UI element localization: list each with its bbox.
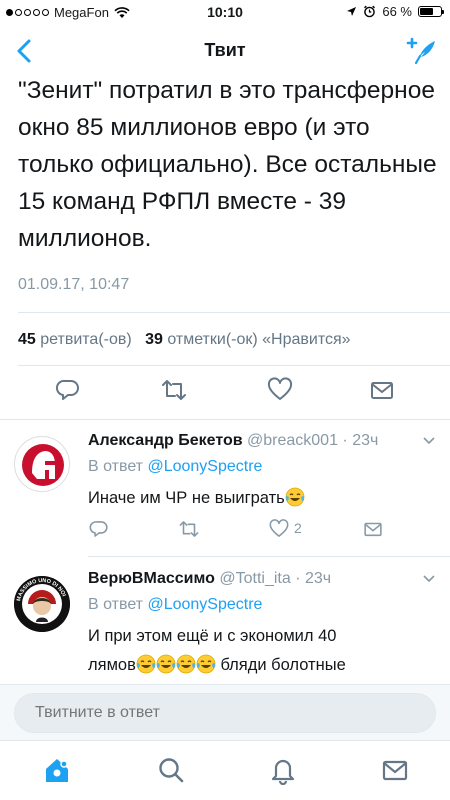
tears-of-joy-emoji-icon [285,487,305,507]
author-name[interactable]: ВерюВМассимо [88,570,215,587]
heart-icon [267,377,293,400]
tab-home[interactable] [42,755,72,785]
retweets-stat[interactable]: 45 ретвита(-ов) [18,331,132,348]
battery-icon [418,6,444,17]
tweet-timestamp: 01.09.17, 10:47 [18,276,130,293]
divider [0,419,450,420]
in-reply-to: В ответ @LoonySpectre [88,596,262,614]
compose-feather-icon [406,37,435,65]
reply-body: Иначе им ЧР не выиграть [88,489,285,507]
envelope-icon [382,760,408,781]
emoji-group [136,654,216,674]
heart-icon [269,519,289,537]
in-reply-to: В ответ @LoonySpectre [88,458,262,476]
svg-text:MASSIMO UNO DI NOI: MASSIMO UNO DI NOI [16,578,67,602]
reply-time: 23ч [304,570,332,587]
mention-link[interactable]: @LoonySpectre [147,596,262,613]
compose-tweet-button[interactable] [406,34,438,66]
reply-icon [89,521,108,537]
tweet-stats: 45 ретвита(-ов) 39 отметки(-ок) «Нравитс… [18,331,351,349]
bell-icon [271,759,295,786]
reply-like-count: 2 [294,520,302,536]
nav-bar: Твит [0,24,450,76]
in-reply-prefix: В ответ [88,596,144,613]
reply-composer [0,684,450,740]
tab-messages[interactable] [380,755,410,785]
author-name[interactable]: Александр Бекетов [88,432,243,449]
search-icon [159,758,184,783]
avatar-ring-text: MASSIMO UNO DI NOI [16,578,67,602]
author-handle: @breack001 [247,432,338,449]
likes-stat[interactable]: 39 отметки(-ок) «Нравится» [145,331,350,348]
envelope-icon [371,382,393,399]
like-button[interactable] [268,518,290,540]
avatar[interactable] [14,436,70,492]
tears-of-joy-emoji-icon [176,654,196,674]
divider [18,365,450,366]
in-reply-prefix: В ответ [88,458,144,475]
tweet-actions [0,376,450,416]
like-button[interactable] [266,376,294,404]
chevron-down-icon[interactable] [422,436,436,446]
reply-icon [55,379,79,400]
page-title: Твит [204,40,246,60]
retweet-count: 45 [18,331,36,348]
tears-of-joy-emoji-icon [136,654,156,674]
reply-body-line2a: лямов [88,656,136,674]
chevron-down-icon[interactable] [422,574,436,584]
retweet-icon [162,380,186,400]
like-label: отметки(-ок) «Нравится» [167,331,351,348]
reply-tweet[interactable]: MASSIMO UNO DI NOI ВерюВМассимо @Totti_i… [0,570,450,682]
status-right: 66 % [346,4,444,19]
like-count: 39 [145,331,163,348]
share-button[interactable] [368,376,396,404]
reply-text: Иначе им ЧР не выиграть [88,484,428,513]
reply-body-line1: И при этом ещё и с экономил 40 [88,627,337,645]
author-handle: @Totti_ita [219,570,291,587]
mention-link[interactable]: @LoonySpectre [147,458,262,475]
retweet-label: ретвита(-ов) [40,331,132,348]
divider [88,556,450,557]
tab-search[interactable] [156,755,186,785]
tears-of-joy-emoji-icon [156,654,176,674]
retweet-icon [179,521,199,537]
reply-button[interactable] [54,376,82,404]
tab-bar [0,740,450,800]
tweet-text: "Зенит" потратил в это трансферное окно … [18,77,437,252]
reply-time: 23ч [352,432,379,449]
avatar[interactable]: MASSIMO UNO DI NOI [14,576,70,632]
alarm-clock-icon [364,5,376,18]
reply-header: Александр Бекетов @breack001 · 23ч [88,432,379,449]
reply-tweet[interactable]: Александр Бекетов @breack001 · 23ч В отв… [0,432,450,544]
tab-notifications[interactable] [268,755,298,786]
reply-text: И при этом ещё и с экономил 40 лямов бля… [88,622,428,680]
share-button[interactable] [362,518,384,540]
reply-actions: 2 [0,518,450,546]
divider [18,312,450,313]
envelope-icon [364,522,382,537]
status-bar: MegaFon 10:10 66 % [0,0,450,24]
battery-percent: 66 % [382,4,412,19]
reply-button[interactable] [88,518,110,540]
tears-of-joy-emoji-icon [196,654,216,674]
retweet-button[interactable] [160,376,188,404]
emoji-group [285,487,305,507]
reply-input[interactable] [14,693,436,733]
location-arrow-icon [347,7,357,16]
home-icon [46,759,68,782]
spartan-helmet-logo [17,439,69,491]
reply-body-line2b: бляди болотные [215,656,346,674]
reply-header: ВерюВМассимо @Totti_ita · 23ч [88,570,332,587]
retweet-button[interactable] [178,518,200,540]
